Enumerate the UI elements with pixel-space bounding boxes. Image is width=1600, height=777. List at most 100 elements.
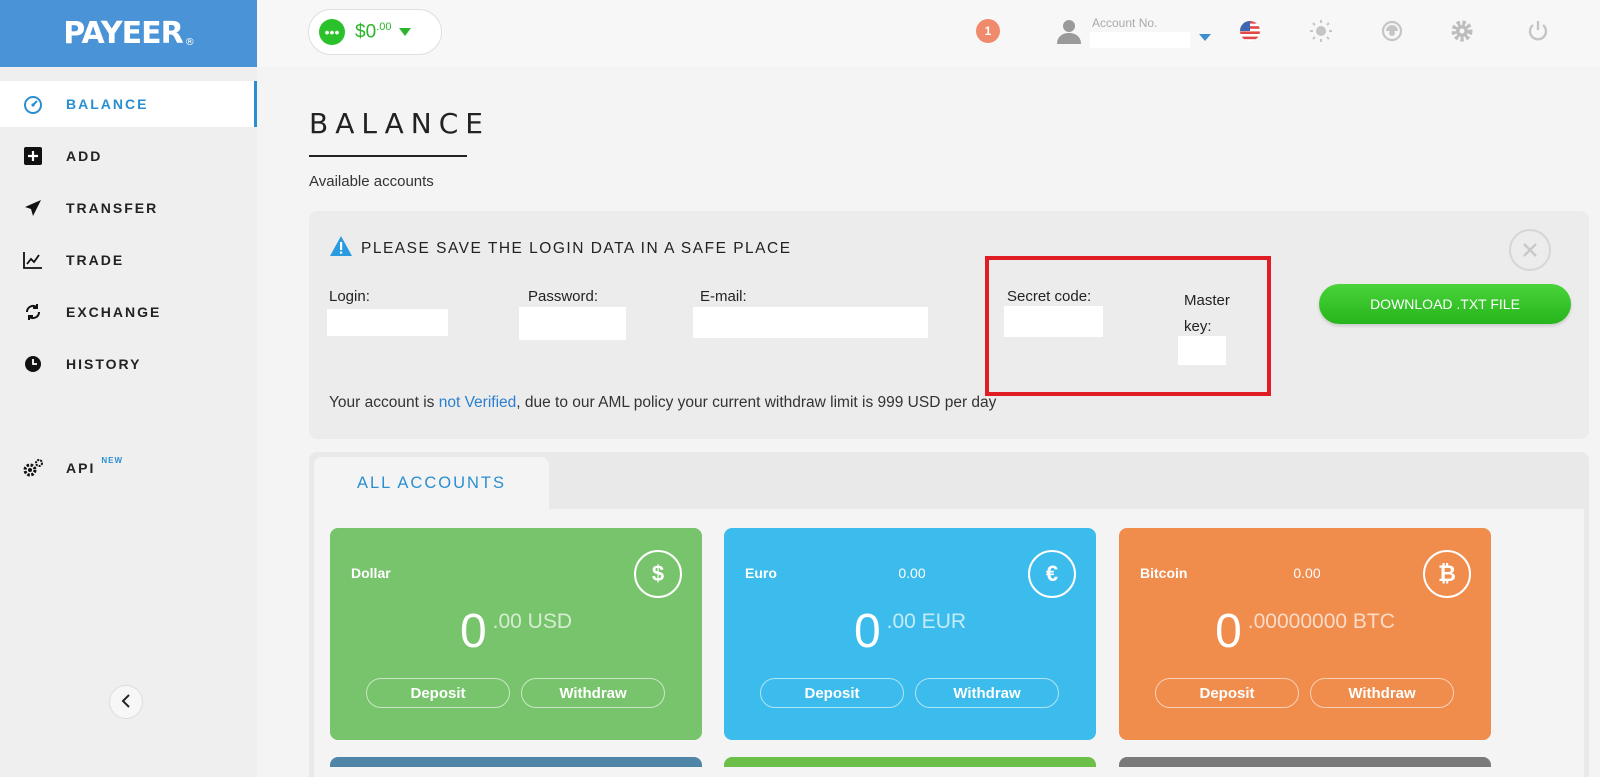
account-number-label: Account No. [1092, 16, 1158, 30]
close-notice-button[interactable] [1509, 229, 1551, 271]
not-verified-link[interactable]: not Verified [439, 394, 517, 411]
sidebar-nav: BALANCE ADD TRANSFER TRADE EXCHANGE HIST… [0, 81, 257, 491]
more-dots-icon: ••• [319, 19, 345, 45]
login-data-notice: PLEASE SAVE THE LOGIN DATA IN A SAFE PLA… [309, 211, 1589, 439]
clock-icon [22, 353, 44, 375]
sidebar-item-transfer[interactable]: TRANSFER [0, 185, 257, 231]
login-value [327, 309, 448, 336]
balance-dropdown[interactable]: ••• $0.00 [308, 9, 442, 55]
account-name: Bitcoin [1140, 565, 1188, 581]
payeer-logo[interactable]: PAYEER ® [0, 0, 257, 67]
account-card-peek [330, 757, 702, 767]
balance-whole: $0 [355, 21, 377, 43]
notice-title: PLEASE SAVE THE LOGIN DATA IN A SAFE PLA… [329, 235, 792, 262]
sidebar-item-label: ADD [66, 148, 103, 164]
withdraw-button[interactable]: Withdraw [915, 678, 1059, 708]
brightness-icon[interactable] [1307, 17, 1335, 45]
download-txt-button[interactable]: DOWNLOAD .TXT FILE [1319, 284, 1571, 324]
sidebar-item-trade[interactable]: TRADE [0, 237, 257, 283]
top-header: ••• $0.00 1 Account No. [257, 0, 1600, 67]
login-label: Login: [329, 288, 370, 305]
withdraw-button[interactable]: Withdraw [521, 678, 665, 708]
email-label: E-mail: [700, 288, 747, 305]
account-name: Euro [745, 565, 777, 581]
sidebar-item-history[interactable]: HISTORY [0, 341, 257, 387]
settings-gear-icon[interactable] [1448, 17, 1476, 45]
plus-square-icon [22, 145, 44, 167]
caret-down-icon [399, 28, 412, 36]
sidebar-item-label: API [66, 460, 96, 476]
speedometer-icon [22, 93, 44, 115]
verify-suffix: , due to our AML policy your current wit… [516, 394, 997, 411]
gears-icon [22, 457, 44, 479]
balance-cents: .00 [376, 20, 392, 33]
tab-all-accounts[interactable]: ALL ACCOUNTS [314, 457, 549, 509]
page-title: BALANCE [309, 107, 490, 140]
user-icon [1056, 18, 1082, 49]
email-value [693, 307, 928, 338]
withdraw-button[interactable]: Withdraw [1310, 678, 1454, 708]
euro-icon: € [1028, 550, 1076, 598]
bitcoin-icon: ₿ [1423, 550, 1471, 598]
sidebar-item-api[interactable]: API NEW [0, 445, 257, 491]
account-balance: 0 .00 USD [330, 604, 702, 660]
account-number-value [1090, 32, 1190, 48]
balance-integer: 0 [1215, 605, 1242, 658]
notification-count: 1 [984, 24, 992, 38]
account-secondary-value: 0.00 [898, 565, 926, 581]
dollar-icon: $ [634, 550, 682, 598]
chevron-left-icon [121, 692, 131, 713]
refresh-icon [22, 301, 44, 323]
warning-icon [329, 235, 353, 262]
sidebar-item-label: TRADE [66, 252, 125, 268]
balance-integer: 0 [853, 605, 881, 658]
caret-down-icon [1199, 34, 1211, 41]
secret-fields-highlight [985, 256, 1271, 396]
sidebar-item-exchange[interactable]: EXCHANGE [0, 289, 257, 335]
notice-title-text: PLEASE SAVE THE LOGIN DATA IN A SAFE PLA… [361, 239, 792, 257]
deposit-button[interactable]: Deposit [366, 678, 510, 708]
account-name: Dollar [351, 565, 391, 581]
balance-amount: $0.00 [355, 21, 391, 43]
us-flag-icon[interactable] [1236, 17, 1264, 45]
account-selector[interactable]: Account No. [1056, 14, 1216, 54]
verification-status-text: Your account is not Verified, due to our… [329, 394, 996, 412]
deposit-button[interactable]: Deposit [1155, 678, 1299, 708]
account-card-bitcoin[interactable]: Bitcoin 0.00 ₿ 0 .00000000 BTC Deposit W… [1119, 528, 1491, 740]
page-subtitle: Available accounts [309, 173, 434, 190]
password-label: Password: [528, 288, 599, 305]
balance-fraction: .00 EUR [886, 610, 967, 633]
chart-line-icon [22, 249, 44, 271]
account-secondary-value: 0.00 [1293, 565, 1321, 581]
balance-integer: 0 [459, 605, 487, 658]
sidebar-item-add[interactable]: ADD [0, 133, 257, 179]
deposit-button[interactable]: Deposit [760, 678, 904, 708]
notification-badge[interactable]: 1 [976, 19, 1000, 43]
balance-fraction: .00 USD [492, 610, 573, 633]
sidebar-item-label: BALANCE [66, 96, 149, 112]
account-card-dollar[interactable]: Dollar $ 0 .00 USD Deposit Withdraw [330, 528, 702, 740]
power-logout-icon[interactable] [1524, 17, 1552, 45]
account-balance: 0 .00000000 BTC [1119, 604, 1491, 660]
account-cards: Dollar $ 0 .00 USD Deposit Withdraw Euro… [314, 509, 1584, 777]
sidebar-item-label: HISTORY [66, 356, 142, 372]
sidebar: PAYEER ® BALANCE ADD TRANSFER TRADE EXCH… [0, 0, 257, 777]
support-agent-icon[interactable] [1378, 17, 1406, 45]
password-value [519, 307, 626, 340]
verify-prefix: Your account is [329, 394, 439, 411]
title-underline [309, 155, 467, 157]
main-content: BALANCE Available accounts PLEASE SAVE T… [257, 67, 1600, 777]
account-card-peek [724, 757, 1096, 767]
collapse-sidebar-button[interactable] [109, 685, 143, 719]
account-balance: 0 .00 EUR [724, 604, 1096, 660]
account-card-peek [1119, 757, 1491, 767]
sidebar-item-balance[interactable]: BALANCE [0, 81, 257, 127]
close-icon [1523, 236, 1537, 264]
logo-text: PAYEER [63, 16, 183, 51]
sidebar-item-label: TRANSFER [66, 200, 159, 216]
logo-registered-mark: ® [184, 37, 195, 48]
account-card-euro[interactable]: Euro 0.00 € 0 .00 EUR Deposit Withdraw [724, 528, 1096, 740]
paper-plane-icon [22, 197, 44, 219]
new-badge: NEW [101, 455, 124, 465]
balance-fraction: .00000000 BTC [1247, 610, 1395, 633]
